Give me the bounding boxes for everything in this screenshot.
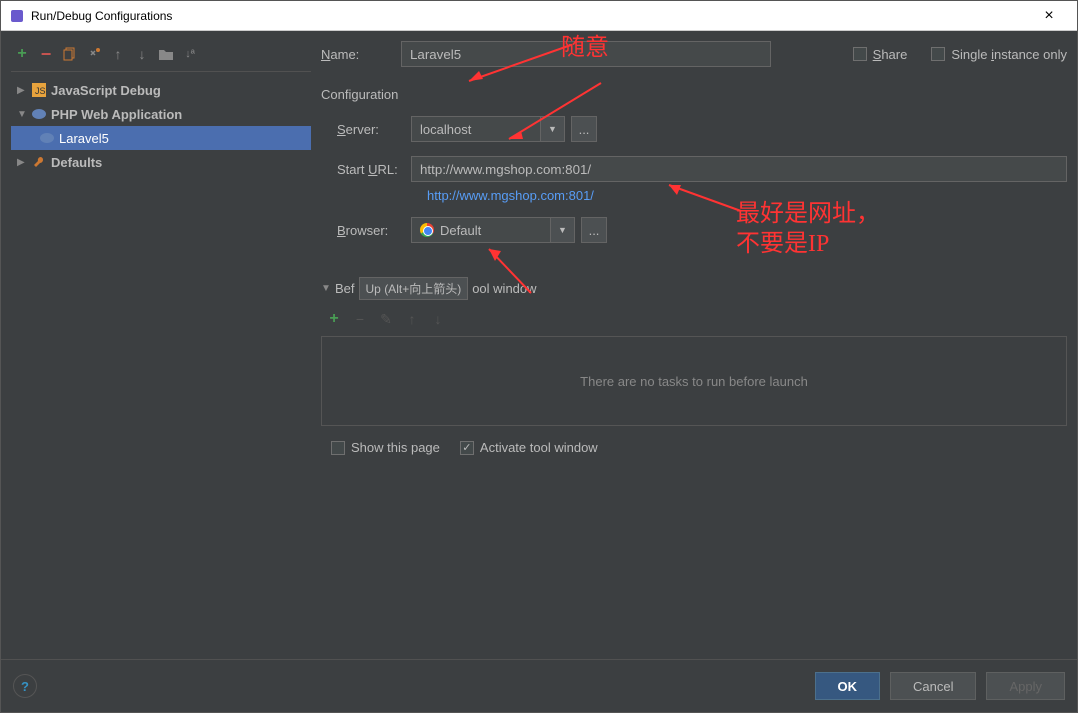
- dropdown-icon[interactable]: ▼: [541, 116, 565, 142]
- url-link[interactable]: http://www.mgshop.com:801/: [321, 188, 1067, 203]
- tree-label: Defaults: [51, 155, 102, 170]
- add-task-icon[interactable]: +: [325, 310, 343, 328]
- before-prefix: Bef: [335, 281, 355, 296]
- no-tasks-text: There are no tasks to run before launch: [580, 374, 808, 389]
- server-row: Server: localhost ▼ ...: [321, 116, 1067, 142]
- php-icon: [39, 130, 55, 146]
- folder-icon[interactable]: [157, 45, 175, 63]
- server-value: localhost: [420, 122, 471, 137]
- app-icon: [9, 8, 25, 24]
- php-icon: [31, 106, 47, 122]
- collapse-icon: ▼: [321, 283, 331, 294]
- sort-icon[interactable]: ↓ª: [181, 45, 199, 63]
- browser-label: Browser:: [321, 223, 411, 238]
- help-button[interactable]: ?: [13, 674, 37, 698]
- left-panel: + − ↑ ↓ ↓ª ▶ JS JavaScript Debug ▼ PHP: [11, 41, 311, 649]
- config-toolbar: + − ↑ ↓ ↓ª: [11, 41, 311, 72]
- expand-icon: ▶: [17, 157, 27, 168]
- url-row: Start URL:: [321, 156, 1067, 182]
- svg-text:JS: JS: [35, 86, 46, 96]
- launch-checks: Show this page Activate tool window: [321, 426, 1067, 469]
- ok-button[interactable]: OK: [815, 672, 881, 700]
- close-icon[interactable]: ×: [1029, 7, 1069, 25]
- tree-label: PHP Web Application: [51, 107, 182, 122]
- activate-window-checkbox[interactable]: Activate tool window: [460, 440, 598, 455]
- remove-task-icon: −: [351, 310, 369, 328]
- share-checkbox[interactable]: Share: [853, 47, 908, 62]
- browser-value: Default: [440, 223, 481, 238]
- tooltip: Up (Alt+向上箭头): [359, 277, 469, 300]
- tree-item-php-web[interactable]: ▼ PHP Web Application: [11, 102, 311, 126]
- config-tree: ▶ JS JavaScript Debug ▼ PHP Web Applicat…: [11, 72, 311, 649]
- window-title: Run/Debug Configurations: [31, 9, 1029, 23]
- server-label: Server:: [321, 122, 411, 137]
- show-page-checkbox[interactable]: Show this page: [331, 440, 440, 455]
- tree-label: Laravel5: [59, 131, 109, 146]
- url-label: Start URL:: [321, 162, 411, 177]
- single-instance-checkbox[interactable]: Single instance only: [931, 47, 1067, 62]
- tree-item-defaults[interactable]: ▶ Defaults: [11, 150, 311, 174]
- up-task-icon: ↑: [403, 310, 421, 328]
- wrench-icon: [31, 154, 47, 170]
- browser-row: Browser: Default ▼ ...: [321, 217, 1067, 243]
- js-icon: JS: [31, 82, 47, 98]
- name-label: Name:: [321, 47, 391, 62]
- name-row: Name: Share Single instance only: [321, 41, 1067, 67]
- browser-combo[interactable]: Default ▼: [411, 217, 575, 243]
- apply-button[interactable]: Apply: [986, 672, 1065, 700]
- remove-icon[interactable]: −: [37, 45, 55, 63]
- collapse-icon: ▼: [17, 109, 27, 120]
- name-input[interactable]: [401, 41, 771, 67]
- server-combo[interactable]: localhost ▼: [411, 116, 565, 142]
- server-browse-button[interactable]: ...: [571, 116, 597, 142]
- dialog-footer: ? OK Cancel Apply: [1, 659, 1077, 712]
- settings-icon[interactable]: [85, 45, 103, 63]
- edit-task-icon: ✎: [377, 310, 395, 328]
- down-icon[interactable]: ↓: [133, 45, 151, 63]
- cancel-button[interactable]: Cancel: [890, 672, 976, 700]
- chrome-icon: [420, 223, 434, 237]
- copy-icon[interactable]: [61, 45, 79, 63]
- before-launch-header[interactable]: ▼ Bef Up (Alt+向上箭头) ool window: [321, 277, 1067, 300]
- before-launch-section: ▼ Bef Up (Alt+向上箭头) ool window + − ✎ ↑ ↓…: [321, 277, 1067, 469]
- up-icon[interactable]: ↑: [109, 45, 127, 63]
- dialog-content: + − ↑ ↓ ↓ª ▶ JS JavaScript Debug ▼ PHP: [1, 31, 1077, 659]
- dialog-window: Run/Debug Configurations × + − ↑ ↓ ↓ª ▶ …: [0, 0, 1078, 713]
- tree-item-js-debug[interactable]: ▶ JS JavaScript Debug: [11, 78, 311, 102]
- before-suffix: ool window: [472, 281, 536, 296]
- config-heading: Configuration: [321, 87, 1067, 102]
- titlebar: Run/Debug Configurations ×: [1, 1, 1077, 31]
- url-input[interactable]: [411, 156, 1067, 182]
- dropdown-icon[interactable]: ▼: [551, 217, 575, 243]
- task-list-empty: There are no tasks to run before launch: [321, 336, 1067, 426]
- expand-icon: ▶: [17, 85, 27, 96]
- right-panel: Name: Share Single instance only Configu…: [321, 41, 1067, 649]
- browser-browse-button[interactable]: ...: [581, 217, 607, 243]
- add-icon[interactable]: +: [13, 45, 31, 63]
- tree-label: JavaScript Debug: [51, 83, 161, 98]
- tree-item-laravel5[interactable]: Laravel5: [11, 126, 311, 150]
- down-task-icon: ↓: [429, 310, 447, 328]
- before-toolbar: + − ✎ ↑ ↓: [321, 306, 1067, 332]
